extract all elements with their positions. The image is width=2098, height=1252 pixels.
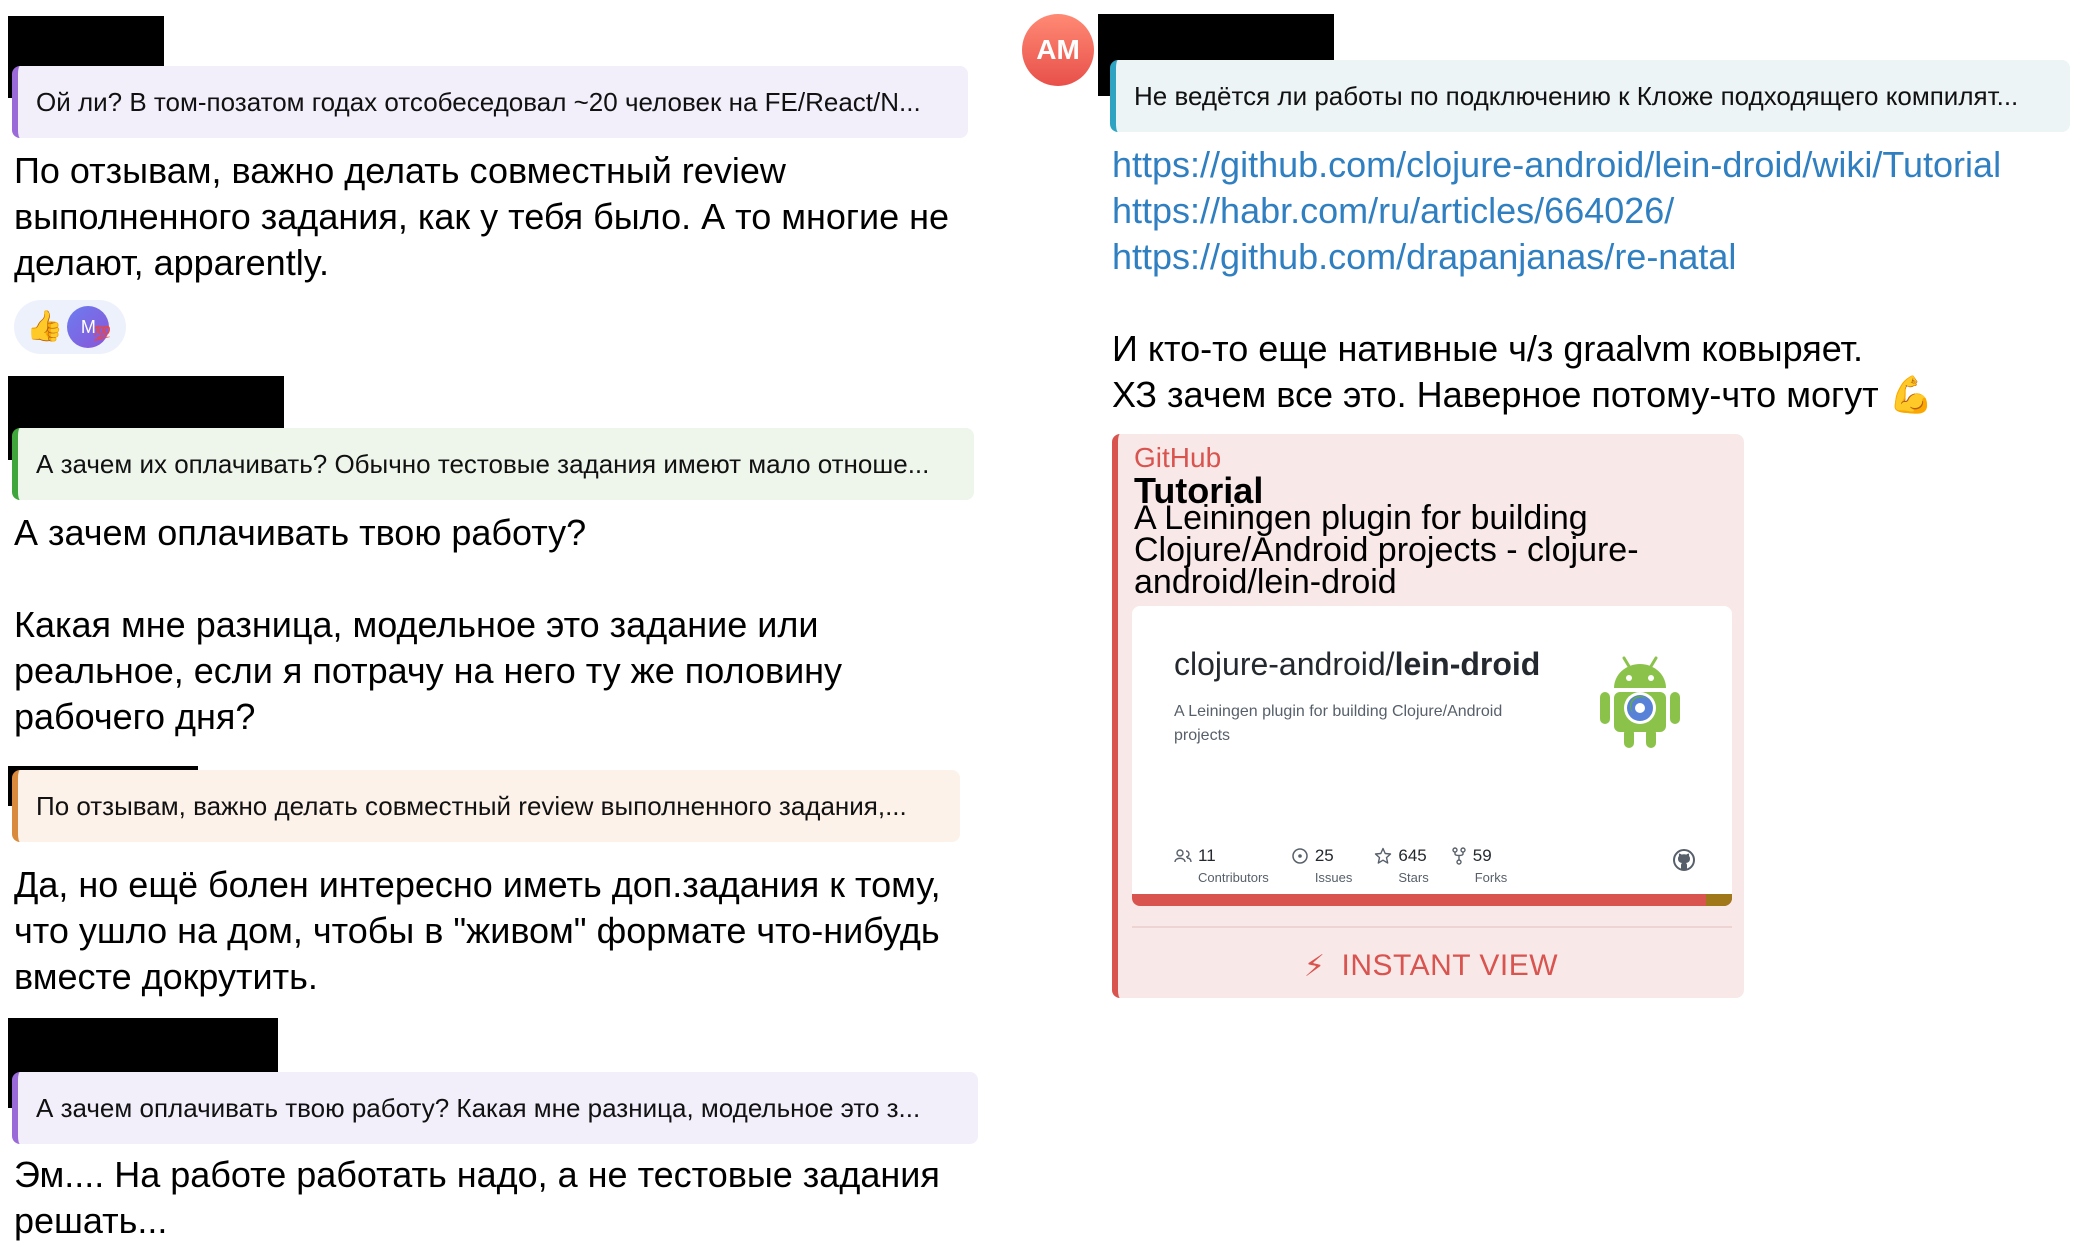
message-text: Эм.... На работе работать надо, а не тес…: [14, 1152, 940, 1244]
message-line: ХЗ зачем все это. Наверное потому-что мо…: [1112, 374, 1934, 415]
message-line: По отзывам, важно делать совместный revi…: [14, 150, 786, 191]
instant-view-label: INSTANT VIEW: [1341, 949, 1559, 982]
stat-label: Forks: [1474, 870, 1508, 885]
stat-stars: 645 Stars: [1374, 846, 1429, 885]
link-re-natal[interactable]: https://github.com/drapanjanas/re-natal: [1112, 234, 2001, 280]
reply-quote[interactable]: А зачем оплачивать твою работу? Какая мн…: [12, 1072, 978, 1144]
message-line: рабочего дня?: [14, 696, 256, 737]
lightning-icon: ⚡: [1303, 949, 1326, 983]
stat-label: Stars: [1398, 870, 1429, 885]
star-icon: [1375, 847, 1392, 864]
repo-owner: clojure-android/: [1174, 646, 1395, 682]
message-text: А зачем оплачивать твою работу? Какая мн…: [14, 510, 842, 740]
reply-quote[interactable]: А зачем их оплачивать? Обычно тестовые з…: [12, 428, 974, 500]
message-line: делают, apparently.: [14, 242, 330, 283]
reactor-avatar: M 💯: [67, 306, 112, 348]
message-text: По отзывам, важно делать совместный revi…: [14, 148, 949, 286]
link-habr-article[interactable]: https://habr.com/ru/articles/664026/: [1112, 188, 2001, 234]
stat-issues: 25 Issues: [1291, 846, 1353, 885]
preview-description-line: A Leiningen plugin for building: [1134, 499, 1588, 537]
instant-view-button[interactable]: ⚡ INSTANT VIEW: [1118, 940, 1744, 992]
fork-icon: [1452, 847, 1466, 865]
issues-icon: [1292, 848, 1308, 864]
repo-full-name: clojure-android/lein-droid: [1174, 646, 1540, 683]
sender-avatar[interactable]: AM: [1022, 14, 1094, 86]
reply-quote[interactable]: Ой ли? В том-позатом годах отсобеседовал…: [12, 66, 968, 138]
link-lein-droid-tutorial[interactable]: https://github.com/clojure-android/lein-…: [1112, 142, 2001, 188]
message-line: что ушло на дом, чтобы в "живом" формате…: [14, 910, 940, 951]
message-line: И кто-то еще нативные ч/з graalvm ковыря…: [1112, 328, 1864, 369]
reply-quote[interactable]: Не ведётся ли работы по подключению к Кл…: [1110, 60, 2070, 132]
message-line: Эм.... На работе работать надо, а не тес…: [14, 1154, 940, 1195]
preview-description-line: Clojure/Android projects - clojure-: [1134, 531, 1639, 569]
preview-divider: [1132, 926, 1732, 928]
reply-quote-text: Не ведётся ли работы по подключению к Кл…: [1134, 80, 2019, 111]
stat-forks: 59 Forks: [1451, 846, 1508, 885]
reply-quote[interactable]: По отзывам, важно делать совместный revi…: [12, 770, 960, 842]
message-text: Да, но ещё болен интересно иметь доп.зад…: [14, 862, 941, 1000]
message-line: реальное, если я потрачу на него ту же п…: [14, 650, 843, 691]
message-line: Да, но ещё болен интересно иметь доп.зад…: [14, 864, 941, 905]
thumbs-up-emoji: 👍: [26, 310, 64, 343]
github-icon: [1673, 849, 1695, 871]
stat-contributors: 11 Contributors: [1174, 846, 1269, 885]
android-clojure-logo-icon: [1600, 656, 1680, 748]
stat-value: 645: [1398, 846, 1427, 865]
reply-quote-text: По отзывам, важно делать совместный revi…: [36, 790, 907, 821]
contributors-icon: [1174, 849, 1192, 863]
repo-name: lein-droid: [1394, 646, 1541, 682]
stat-value: 11: [1198, 846, 1216, 865]
message-text: И кто-то еще нативные ч/з graalvm ковыря…: [1112, 326, 1933, 418]
sender-avatar-initials: AM: [1036, 34, 1080, 65]
message-line: вместе докрутить.: [14, 956, 318, 997]
repo-description: A Leiningen plugin for building Clojure/…: [1174, 703, 1503, 744]
reaction-chip[interactable]: 👍 M 💯: [14, 300, 126, 354]
stat-label: Issues: [1314, 870, 1353, 885]
hundred-emoji: 💯: [93, 325, 112, 341]
message-links: https://github.com/clojure-android/lein-…: [1112, 142, 2001, 280]
reply-quote-text: А зачем их оплачивать? Обычно тестовые з…: [36, 448, 930, 479]
link-preview[interactable]: GitHub Tutorial A Leiningen plugin for b…: [1112, 434, 1744, 998]
reply-quote-text: Ой ли? В том-позатом годах отсобеседовал…: [36, 86, 921, 117]
preview-image-card[interactable]: clojure-android/lein-droid A Leiningen p…: [1132, 606, 1732, 906]
stat-value: 25: [1314, 846, 1334, 865]
preview-description-line: android/lein-droid: [1134, 563, 1397, 601]
message-line: А зачем оплачивать твою работу?: [14, 512, 587, 553]
repo-stats: 11 Contributors 25 Issues 645 Stars 59 F…: [1174, 846, 1507, 885]
message-line: решать...: [14, 1200, 168, 1241]
preview-description: A Leiningen plugin for building Clojure/…: [1134, 499, 1694, 601]
stat-label: Contributors: [1198, 870, 1269, 885]
language-bar: [1132, 894, 1732, 906]
reply-quote-text: А зачем оплачивать твою работу? Какая мн…: [36, 1092, 921, 1123]
message-line: выполненного задания, как у тебя было. А…: [14, 196, 950, 237]
stat-value: 59: [1472, 846, 1492, 865]
message-line: Какая мне разница, модельное это задание…: [14, 604, 819, 645]
